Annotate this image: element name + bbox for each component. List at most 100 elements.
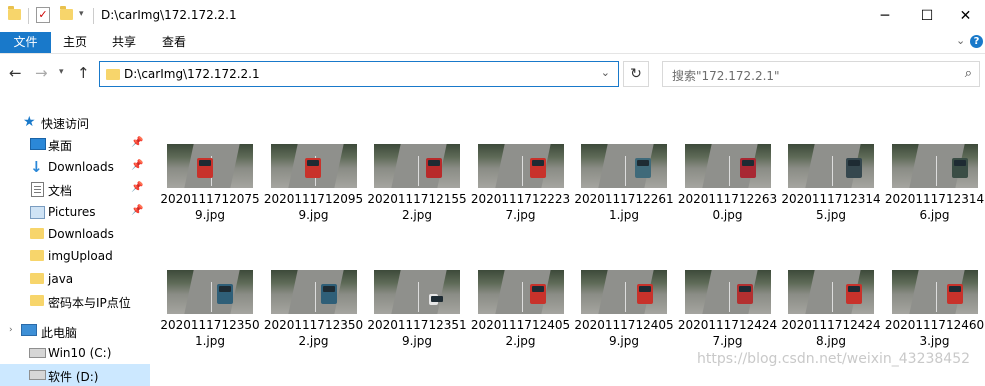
image-thumbnail[interactable] xyxy=(581,270,667,314)
forward-arrow-icon[interactable]: → xyxy=(35,64,48,82)
pin-icon: 📌 xyxy=(131,137,144,148)
folder-icon[interactable] xyxy=(8,6,21,20)
lane-marking xyxy=(728,282,730,312)
pin-icon: 📌 xyxy=(131,205,144,216)
sidebar-item-imgupload[interactable]: imgUpload xyxy=(0,245,150,267)
sidebar-item-passwords[interactable]: 密码本与IP点位 xyxy=(0,290,150,312)
folder-icon xyxy=(30,295,44,306)
image-thumbnail[interactable] xyxy=(270,144,357,188)
image-thumbnail[interactable] xyxy=(477,144,564,188)
file-item[interactable]: 2020111712314 6.jpg xyxy=(885,144,985,224)
file-item[interactable]: 2020111712095 9.jpg xyxy=(264,144,364,224)
file-name-line2: 0.jpg xyxy=(712,208,743,222)
address-path[interactable]: D:\carImg\172.172.2.1 xyxy=(124,67,260,81)
file-item[interactable]: 2020111712405 9.jpg xyxy=(574,270,674,350)
lane-marking xyxy=(418,282,419,312)
truck xyxy=(637,284,653,304)
image-thumbnail[interactable] xyxy=(167,144,253,188)
sidebar-item-label: imgUpload xyxy=(48,249,113,263)
sidebar-item-downloads[interactable]: ↓ Downloads 📌 xyxy=(0,156,150,178)
lane-marking xyxy=(625,282,626,312)
sidebar-item-drive-c[interactable]: Win10 (C:) xyxy=(0,342,150,364)
image-thumbnail[interactable] xyxy=(788,144,874,188)
search-input[interactable]: 搜索"172.172.2.1" xyxy=(672,67,780,84)
sidebar-item-desktop[interactable]: 桌面 📌 xyxy=(0,133,150,155)
file-item[interactable]: 2020111712424 7.jpg xyxy=(678,270,778,350)
maximize-button[interactable]: ☐ xyxy=(904,0,950,32)
image-thumbnail[interactable] xyxy=(891,270,978,314)
recent-locations-icon[interactable]: ▾ xyxy=(59,67,64,77)
tab-share[interactable]: 共享 xyxy=(107,32,141,53)
image-thumbnail[interactable] xyxy=(684,270,771,314)
expand-ribbon-icon[interactable]: ⌄ xyxy=(956,34,965,47)
sidebar-item-java[interactable]: java xyxy=(0,268,150,290)
sidebar-item-documents[interactable]: 文档 📌 xyxy=(0,178,150,200)
star-icon: ★ xyxy=(23,114,36,130)
lane-marking xyxy=(521,282,523,312)
image-thumbnail[interactable] xyxy=(167,270,253,314)
sidebar-item-pictures[interactable]: Pictures 📌 xyxy=(0,201,150,223)
customize-quick-access-icon[interactable]: ▾ xyxy=(79,9,84,19)
file-item[interactable]: 2020111712261 1.jpg xyxy=(574,144,674,224)
file-item[interactable]: 2020111712405 2.jpg xyxy=(471,270,571,350)
address-bar[interactable]: D:\carImg\172.172.2.1 ⌄ xyxy=(99,61,619,87)
sidebar-item-this-pc[interactable]: › 此电脑 xyxy=(0,320,150,342)
file-item[interactable]: 2020111712424 8.jpg xyxy=(781,270,881,350)
image-thumbnail[interactable] xyxy=(891,144,978,188)
file-name-line1: 2020111712460 xyxy=(884,318,985,332)
image-thumbnail[interactable] xyxy=(374,144,460,188)
back-arrow-icon[interactable]: ← xyxy=(9,64,22,82)
refresh-button[interactable]: ↻ xyxy=(623,61,649,87)
pin-icon: 📌 xyxy=(131,160,144,171)
sidebar-item-quick-access[interactable]: ★ 快速访问 xyxy=(0,111,150,133)
sidebar-item-label: 桌面 xyxy=(48,139,73,153)
file-item[interactable]: 2020111712350 2.jpg xyxy=(264,270,364,350)
image-thumbnail[interactable] xyxy=(374,270,460,314)
sidebar-item-label: Pictures xyxy=(48,205,96,219)
image-thumbnail[interactable] xyxy=(788,270,874,314)
file-item[interactable]: 2020111712155 2.jpg xyxy=(367,144,467,224)
tab-view[interactable]: 查看 xyxy=(157,32,191,53)
file-name-line1: 2020111712351 xyxy=(367,318,467,332)
chevron-right-icon[interactable]: › xyxy=(9,325,13,335)
help-icon[interactable]: ? xyxy=(970,35,983,48)
file-item[interactable]: 2020111712223 7.jpg xyxy=(471,144,571,224)
file-name-line1: 2020111712075 xyxy=(160,192,260,206)
truck xyxy=(529,284,546,304)
tab-file[interactable]: 文件 xyxy=(0,32,51,53)
truck xyxy=(217,284,233,304)
file-name-line1: 2020111712263 xyxy=(677,192,778,206)
file-item[interactable]: 2020111712350 1.jpg xyxy=(160,270,260,350)
close-button[interactable]: ✕ xyxy=(946,0,985,32)
navigation-pane: ★ 快速访问 桌面 📌 ↓ Downloads 📌 文档 📌 Pictures … xyxy=(0,104,150,386)
file-item[interactable]: 2020111712075 9.jpg xyxy=(160,144,260,224)
image-thumbnail[interactable] xyxy=(270,270,357,314)
road xyxy=(391,270,447,314)
image-thumbnail[interactable] xyxy=(581,144,667,188)
tab-home[interactable]: 主页 xyxy=(58,32,92,53)
sidebar-item-drive-d[interactable]: 软件 (D:) xyxy=(0,364,150,386)
sidebar-item-downloads-folder[interactable]: Downloads xyxy=(0,223,150,245)
search-box[interactable]: 搜索"172.172.2.1" ⌕ xyxy=(662,61,980,87)
file-item[interactable]: 2020111712314 5.jpg xyxy=(781,144,881,224)
image-thumbnail[interactable] xyxy=(684,144,771,188)
folder-icon xyxy=(30,273,44,284)
properties-icon[interactable]: ✓ xyxy=(36,7,50,23)
lane-marking xyxy=(728,156,730,186)
file-item[interactable]: 2020111712460 3.jpg xyxy=(885,270,985,350)
lane-marking xyxy=(625,156,626,186)
minimize-button[interactable]: ─ xyxy=(862,0,908,32)
image-thumbnail[interactable] xyxy=(477,270,564,314)
file-name-line2: 8.jpg xyxy=(815,334,847,348)
new-folder-icon[interactable] xyxy=(60,6,73,20)
sidebar-item-label: 快速访问 xyxy=(41,117,90,131)
download-icon: ↓ xyxy=(30,158,43,176)
file-name-line2: 2.jpg xyxy=(298,334,329,348)
file-item[interactable]: 2020111712263 0.jpg xyxy=(678,144,778,224)
chevron-down-icon[interactable]: ⌄ xyxy=(601,66,610,79)
folder-icon xyxy=(30,250,44,261)
file-item[interactable]: 2020111712351 9.jpg xyxy=(367,270,467,350)
file-name-line1: 2020111712223 xyxy=(470,192,571,206)
search-icon[interactable]: ⌕ xyxy=(965,66,972,81)
up-arrow-icon[interactable]: ↑ xyxy=(77,64,90,82)
